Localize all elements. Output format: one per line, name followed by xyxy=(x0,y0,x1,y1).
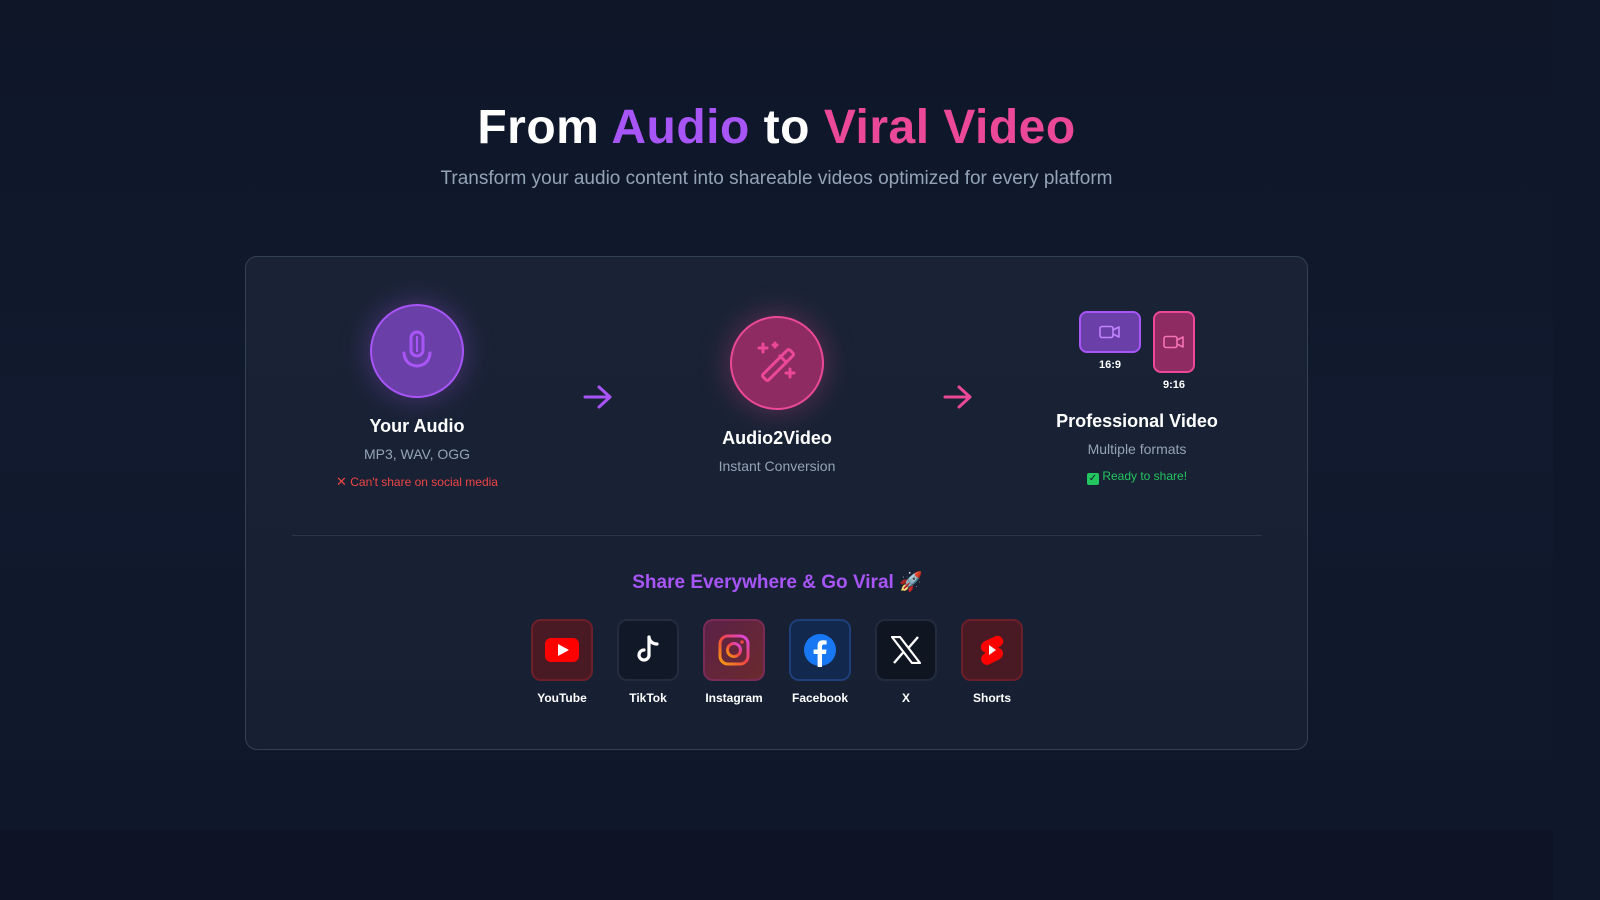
facebook-button[interactable] xyxy=(789,619,851,681)
microphone-icon xyxy=(402,330,432,368)
x-button[interactable] xyxy=(875,619,937,681)
tiktok-button[interactable] xyxy=(617,619,679,681)
scrollbar-gutter xyxy=(1553,0,1600,900)
divider xyxy=(292,535,1262,536)
video-camera-icon xyxy=(1163,335,1184,349)
hero-section: From Audio to Viral Video Transform your… xyxy=(0,0,1553,830)
status-text: Can't share on social media xyxy=(350,475,498,489)
platform-label: Shorts xyxy=(972,691,1011,705)
title-to: to xyxy=(749,101,824,154)
magic-wand-icon-circle xyxy=(730,316,824,410)
step-title: Audio2Video xyxy=(722,428,832,448)
status-ready: ✓ Ready to share! xyxy=(1027,469,1247,485)
step-subtitle: Multiple formats xyxy=(1087,441,1187,457)
step-subtitle: Instant Conversion xyxy=(718,458,836,474)
video-camera-icon xyxy=(1099,325,1120,339)
platform-list: YouTube TikTok Instagram Facebook X Shor… xyxy=(531,619,1023,705)
magic-wand-icon xyxy=(757,341,796,382)
share-title: Share Everywhere & Go Viral 🚀 xyxy=(246,570,1309,594)
arrow-right-icon xyxy=(943,385,972,409)
format-label-9-16: 9:16 xyxy=(1162,379,1186,391)
step-subtitle: MP3, WAV, OGG xyxy=(363,446,471,462)
status-text: Ready to share! xyxy=(1102,469,1188,483)
step-your-audio: Your Audio MP3, WAV, OGG ✕ Can't share o… xyxy=(317,304,517,490)
platform-label: YouTube xyxy=(537,691,587,705)
step-title: Professional Video xyxy=(1056,411,1218,431)
step-professional-video: Professional Video Multiple formats ✓ Re… xyxy=(1027,411,1247,485)
step-audio2video: Audio2Video Instant Conversion xyxy=(677,316,877,474)
instagram-button[interactable] xyxy=(703,619,765,681)
check-box-icon: ✓ xyxy=(1086,473,1099,485)
title-from: From xyxy=(477,101,612,154)
platform-label: Instagram xyxy=(705,691,763,705)
footer-strip xyxy=(0,830,1553,900)
step-title: Your Audio xyxy=(369,416,465,436)
platform-tiktok[interactable]: TikTok xyxy=(617,619,679,705)
microphone-icon-circle xyxy=(370,304,464,398)
shorts-button[interactable] xyxy=(961,619,1023,681)
platform-label: Facebook xyxy=(791,691,848,705)
workflow-card: Your Audio MP3, WAV, OGG ✕ Can't share o… xyxy=(245,256,1308,750)
youtube-shorts-icon xyxy=(980,635,1004,665)
page-title: From Audio to Viral Video xyxy=(0,100,1553,155)
title-audio: Audio xyxy=(611,101,750,154)
instagram-icon xyxy=(718,634,750,666)
platform-facebook[interactable]: Facebook xyxy=(789,619,851,705)
arrow-right-icon xyxy=(583,385,612,409)
youtube-icon xyxy=(545,638,579,662)
platform-instagram[interactable]: Instagram xyxy=(703,619,765,705)
platform-label: X xyxy=(901,691,910,705)
platform-shorts[interactable]: Shorts xyxy=(961,619,1023,705)
close-icon: ✕ xyxy=(336,474,347,489)
status-cannot-share: ✕ Can't share on social media xyxy=(317,474,517,490)
title-viral-video: Viral Video xyxy=(823,101,1076,154)
format-9-16-box xyxy=(1153,311,1195,373)
platform-x[interactable]: X xyxy=(875,619,937,705)
x-icon xyxy=(891,636,921,664)
share-title-text: Share Everywhere & Go Viral xyxy=(632,572,894,593)
page-subtitle: Transform your audio content into sharea… xyxy=(440,168,1113,189)
platform-label: TikTok xyxy=(629,691,667,705)
youtube-button[interactable] xyxy=(531,619,593,681)
platform-youtube[interactable]: YouTube xyxy=(531,619,593,705)
tiktok-icon xyxy=(637,635,659,662)
format-label-16-9: 16:9 xyxy=(1098,359,1122,371)
facebook-icon xyxy=(804,634,836,667)
format-16-9-box xyxy=(1079,311,1141,353)
rocket-icon: 🚀 xyxy=(899,572,923,593)
